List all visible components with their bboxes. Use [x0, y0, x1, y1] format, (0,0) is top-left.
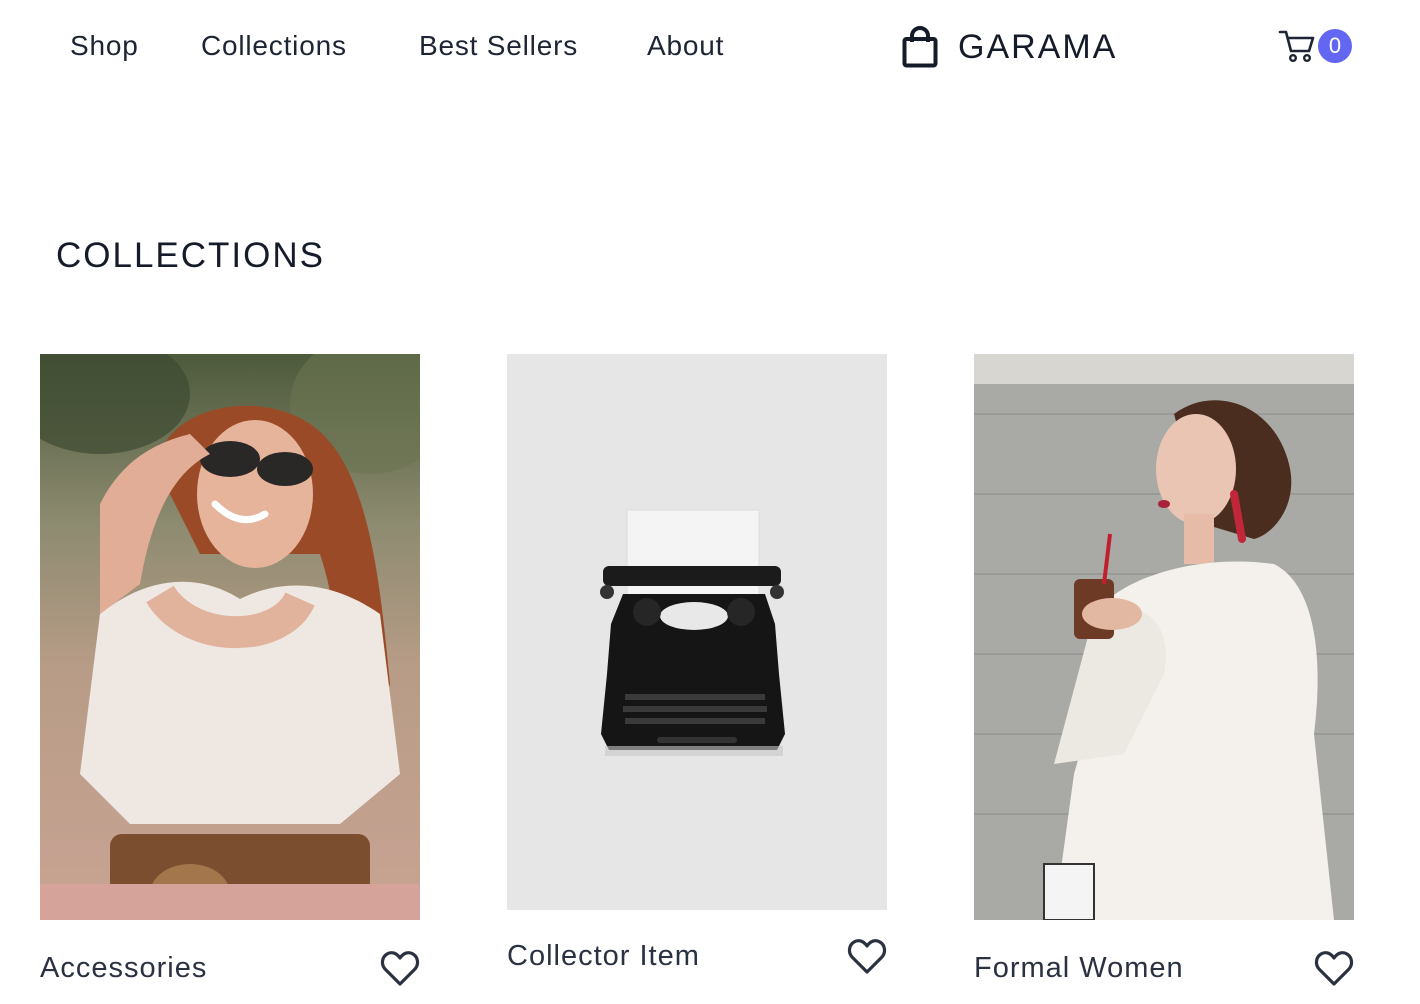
- top-navigation: Shop Collections Best Sellers About GARA…: [0, 0, 1420, 96]
- nav-link-about[interactable]: About: [647, 30, 724, 62]
- card-footer: Formal Women: [974, 946, 1354, 990]
- nav-link-collections[interactable]: Collections: [201, 30, 347, 62]
- collection-image-accessories[interactable]: [40, 354, 420, 920]
- heart-icon[interactable]: [380, 949, 420, 987]
- cart-count-badge: 0: [1318, 29, 1352, 63]
- collection-card-collector-item: Collector Item: [507, 354, 887, 978]
- brand-name: GARAMA: [958, 27, 1118, 66]
- collection-label[interactable]: Collector Item: [507, 940, 700, 973]
- cart-icon: [1278, 30, 1315, 63]
- heart-icon[interactable]: [1314, 949, 1354, 987]
- shopping-bag-icon: [902, 26, 938, 68]
- nav-link-shop[interactable]: Shop: [70, 30, 139, 62]
- collection-image-formal-women[interactable]: [974, 354, 1354, 920]
- collection-image-collector-item[interactable]: [507, 354, 887, 910]
- card-footer: Collector Item: [507, 934, 887, 978]
- collection-card-accessories: Accessories: [40, 354, 420, 990]
- heart-icon[interactable]: [847, 937, 887, 975]
- collection-label[interactable]: Accessories: [40, 952, 207, 985]
- brand-logo[interactable]: GARAMA: [902, 26, 1117, 68]
- page-title: COLLECTIONS: [56, 236, 325, 275]
- cart-button[interactable]: 0: [1278, 28, 1352, 64]
- card-footer: Accessories: [40, 946, 420, 990]
- collection-card-formal-women: Formal Women: [974, 354, 1354, 990]
- collection-label[interactable]: Formal Women: [974, 952, 1184, 985]
- nav-link-best-sellers[interactable]: Best Sellers: [419, 30, 578, 62]
